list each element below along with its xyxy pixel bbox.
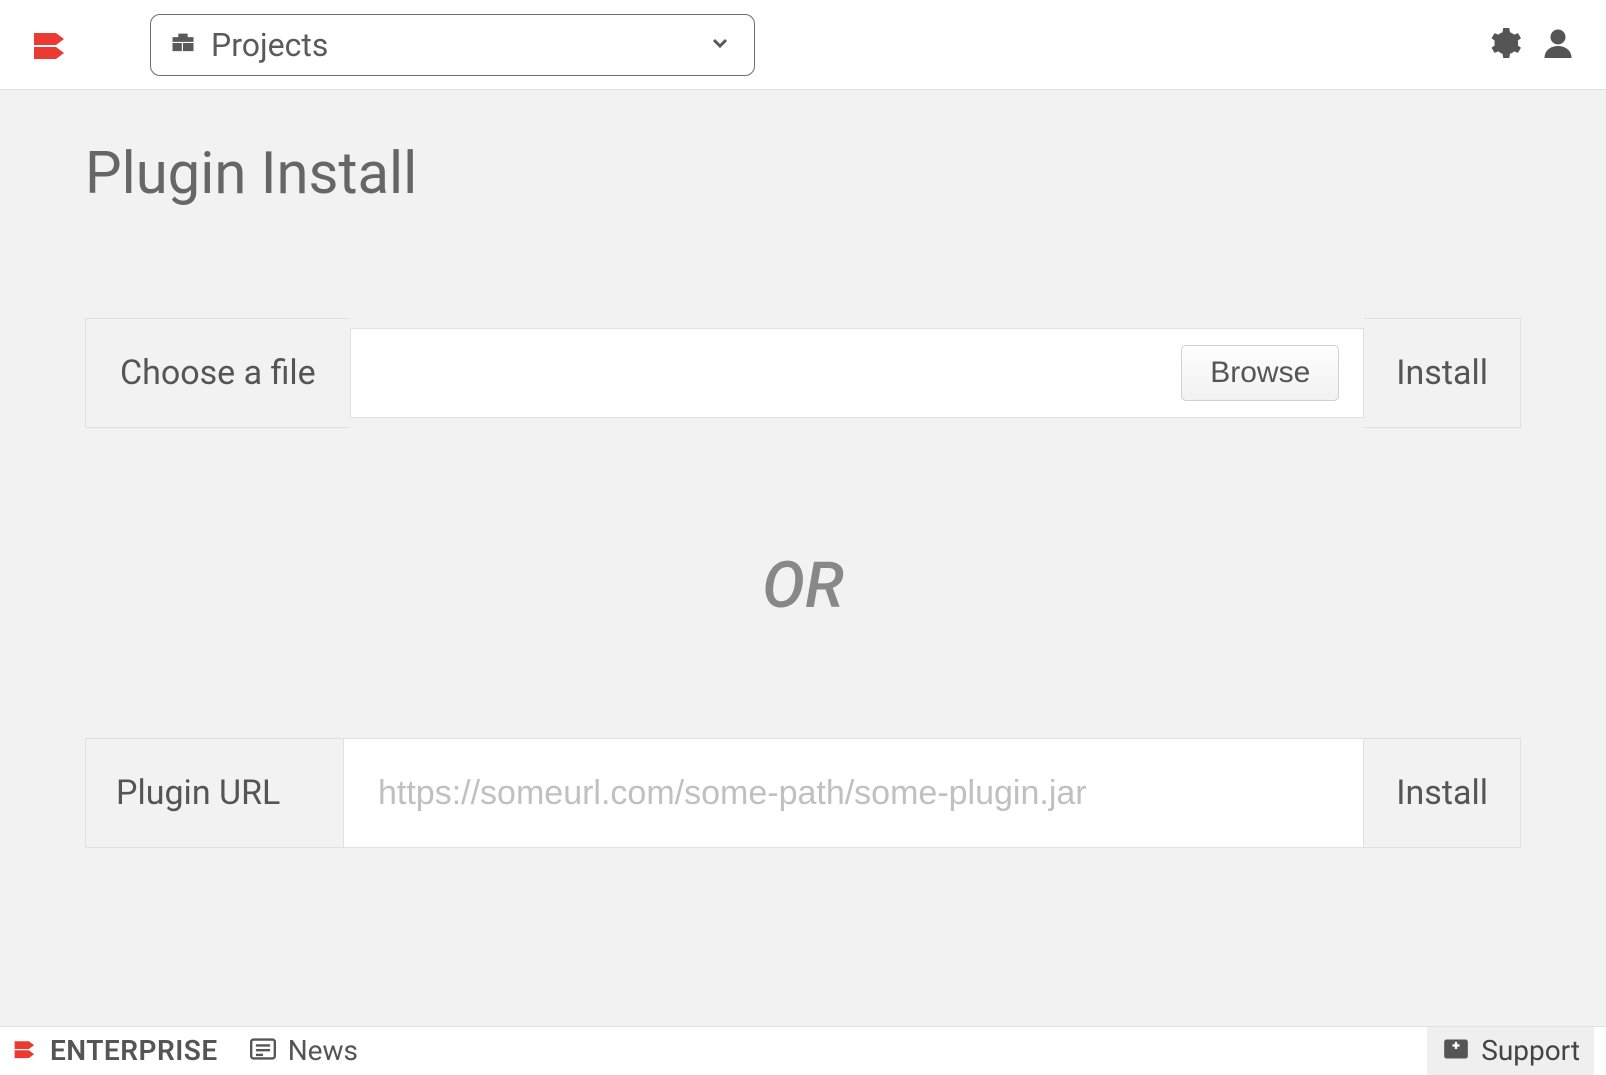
chevron-down-icon [708,31,732,59]
or-separator: OR [85,548,1521,623]
install-url-button[interactable]: Install [1364,738,1521,848]
file-upload-row: Choose a file Browse Install [85,318,1521,428]
news-link[interactable]: News [248,1034,358,1067]
footer: ENTERPRISE News Support [0,1026,1606,1074]
support-link[interactable]: Support [1427,1027,1594,1075]
gear-icon[interactable] [1486,25,1522,65]
support-icon [1441,1036,1471,1066]
footer-logo-icon [12,1036,38,1066]
header: Projects [0,0,1606,90]
logo [30,25,75,65]
briefcase-icon [169,29,197,61]
news-icon [248,1036,278,1066]
support-label: Support [1481,1034,1580,1067]
logo-icon [30,25,70,65]
user-icon[interactable] [1540,25,1576,65]
browse-button[interactable]: Browse [1181,345,1339,401]
projects-selector[interactable]: Projects [150,14,755,76]
enterprise-label: ENTERPRISE [50,1034,218,1067]
file-input[interactable]: Browse [350,328,1365,418]
page-title: Plugin Install [85,140,1521,208]
main-content: Plugin Install Choose a file Browse Inst… [0,90,1606,1030]
choose-file-label: Choose a file [85,318,350,428]
plugin-url-label: Plugin URL [85,738,343,848]
plugin-url-input[interactable] [343,738,1364,848]
url-row: Plugin URL Install [85,738,1521,848]
projects-label: Projects [211,26,328,64]
news-label: News [288,1034,358,1067]
install-file-button[interactable]: Install [1364,318,1521,428]
